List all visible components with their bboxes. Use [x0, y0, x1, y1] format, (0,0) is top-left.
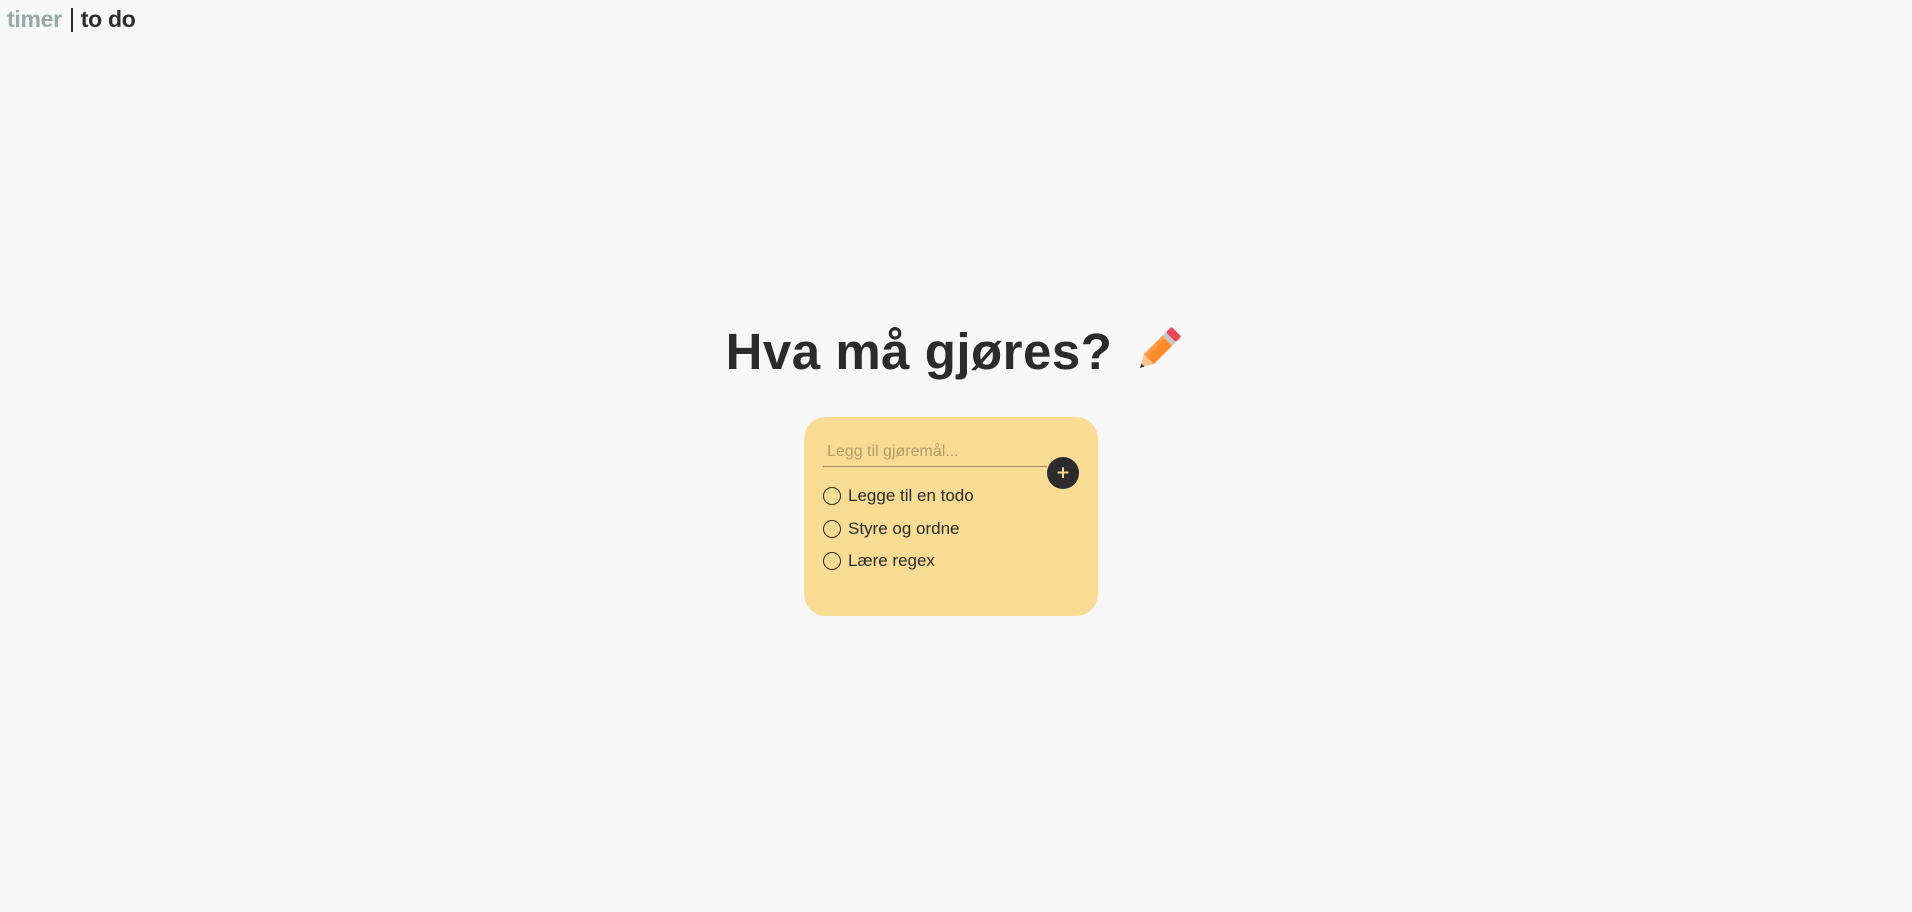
- add-todo-row: +: [823, 437, 1079, 489]
- todo-item: Styre og ordne: [823, 513, 974, 546]
- nav-divider: [70, 7, 73, 32]
- todo-card: + Legge til en todo Styre og ordne Lære …: [804, 417, 1098, 616]
- todo-input[interactable]: [823, 437, 1047, 467]
- todo-item: Lære regex: [823, 545, 974, 578]
- todo-item: Legge til en todo: [823, 480, 974, 513]
- add-todo-button[interactable]: +: [1047, 457, 1079, 489]
- page-title: Hva må gjøres?: [725, 323, 1113, 380]
- nav-link-timer[interactable]: timer: [7, 6, 62, 33]
- heading-container: Hva må gjøres?: [0, 322, 1912, 381]
- todo-label: Styre og ordne: [848, 518, 960, 538]
- nav-link-todo[interactable]: to do: [81, 6, 136, 33]
- todo-label: Legge til en todo: [848, 486, 974, 506]
- top-nav: timer to do: [7, 6, 136, 33]
- todo-checkbox[interactable]: [823, 519, 841, 538]
- pencil-icon: [1130, 322, 1186, 378]
- todo-label: Lære regex: [848, 551, 935, 571]
- todo-list: Legge til en todo Styre og ordne Lære re…: [823, 480, 974, 578]
- todo-checkbox[interactable]: [823, 552, 841, 571]
- todo-checkbox[interactable]: [823, 487, 841, 506]
